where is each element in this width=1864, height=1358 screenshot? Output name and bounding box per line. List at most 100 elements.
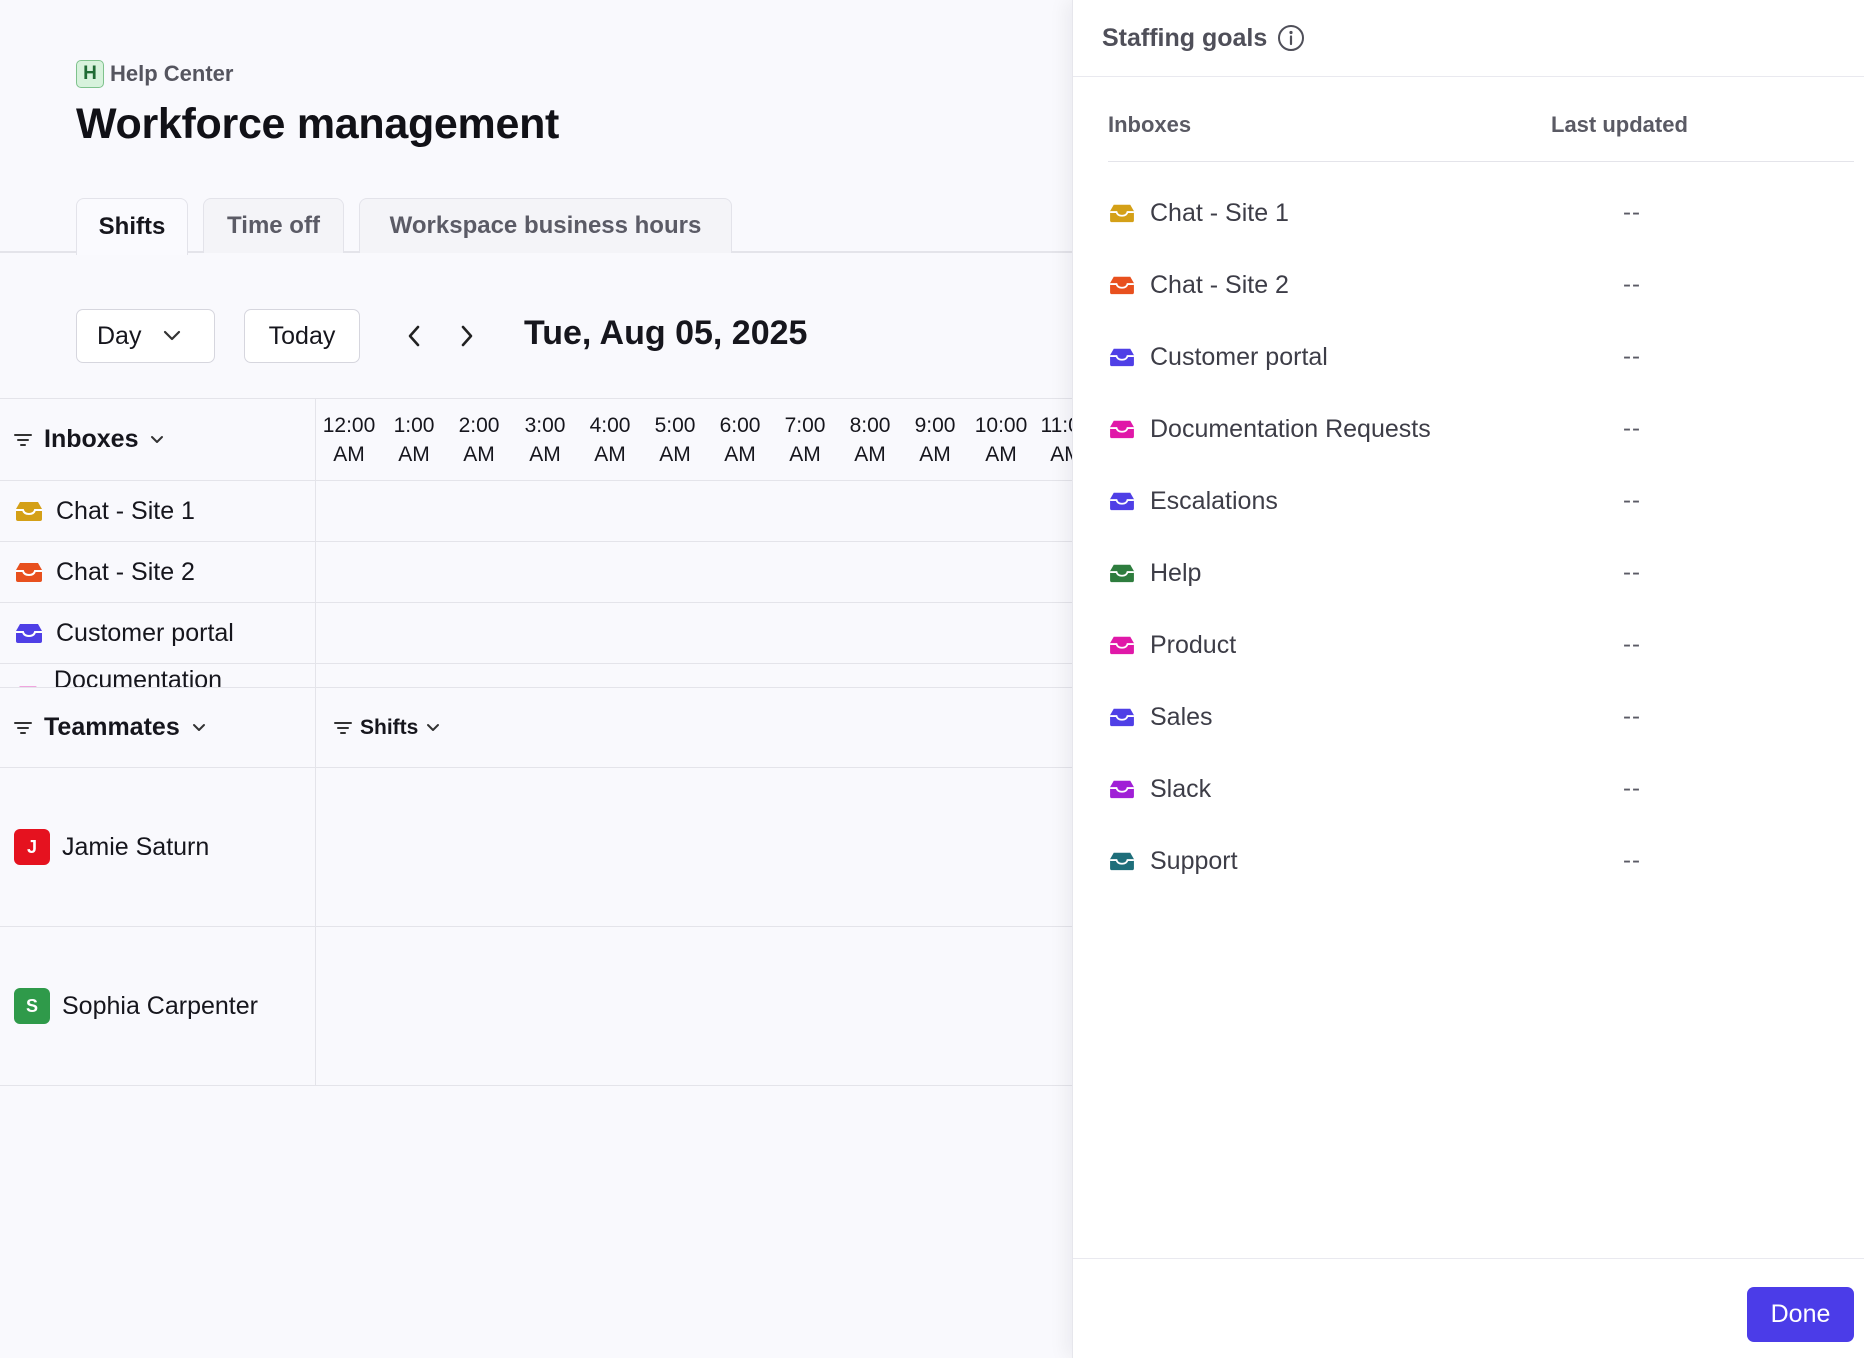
hour-label: 3:00 AM <box>524 414 566 466</box>
inbox-name: Product <box>1150 630 1237 659</box>
teammate-label-cell: J Jamie Saturn <box>0 768 316 926</box>
inboxes-filter[interactable]: Inboxes <box>0 399 316 480</box>
column-header-inboxes: Inboxes <box>1108 112 1192 137</box>
staffing-inbox-row[interactable]: Chat - Site 2 -- <box>1108 265 1848 305</box>
filter-icon <box>334 721 352 734</box>
hour-label: 2:00 AM <box>458 414 500 466</box>
tab-workspace-business-hours[interactable]: Workspace business hours <box>359 198 732 253</box>
breadcrumb[interactable]: H Help Center <box>76 60 233 88</box>
column-header-last-updated: Last updated <box>1551 112 1688 137</box>
inbox-name: Chat - Site 2 <box>1150 270 1289 299</box>
teammate-row: S Sophia Carpenter <box>0 927 1072 1086</box>
inbox-row: Documentation Requests <box>0 664 1072 687</box>
tab-time-off[interactable]: Time off <box>203 198 344 253</box>
shifts-filter-label: Shifts <box>360 715 419 739</box>
inbox-row: Chat - Site 2 <box>0 542 1072 603</box>
today-button[interactable]: Today <box>244 309 360 363</box>
inbox-icon <box>1110 348 1134 367</box>
last-updated-value: -- <box>1623 703 1641 730</box>
inbox-icon <box>1110 276 1134 295</box>
avatar: S <box>14 988 50 1024</box>
inbox-rows-scroll[interactable]: Chat - Site 1 Chat - Site 2 Customer por… <box>0 481 1072 687</box>
hour-label: 11:00AM <box>1040 414 1073 466</box>
inbox-name: Sales <box>1150 702 1213 731</box>
inbox-label-cell: Chat - Site 2 <box>0 542 316 602</box>
last-updated-value: -- <box>1623 415 1641 442</box>
current-date: Tue, Aug 05, 2025 <box>524 314 808 352</box>
filter-icon <box>14 721 32 734</box>
workspace-badge: H <box>76 60 104 88</box>
hour-label: 6:00 AM <box>719 414 761 466</box>
chevron-left-icon <box>408 325 420 347</box>
inbox-name: Chat - Site 1 <box>56 496 195 525</box>
info-icon[interactable] <box>1277 24 1305 52</box>
tab-shifts[interactable]: Shifts <box>76 198 188 255</box>
panel-header: Staffing goals <box>1073 0 1864 77</box>
inbox-icon <box>1110 564 1134 583</box>
chevron-down-icon <box>151 435 164 443</box>
inbox-icon <box>1110 636 1134 655</box>
hour-label: 4:00 AM <box>589 414 631 466</box>
teammates-filter[interactable]: Teammates <box>0 688 316 767</box>
staffing-inbox-row[interactable]: Slack -- <box>1108 769 1848 809</box>
inbox-label-cell: Customer portal <box>0 603 316 663</box>
inbox-icon <box>1110 708 1134 727</box>
last-updated-value: -- <box>1623 559 1641 586</box>
staffing-inbox-row[interactable]: Customer portal -- <box>1108 337 1848 377</box>
staffing-inbox-row[interactable]: Sales -- <box>1108 697 1848 737</box>
inbox-name: Escalations <box>1150 486 1278 515</box>
view-select[interactable]: Day <box>76 309 215 363</box>
last-updated-value: -- <box>1623 343 1641 370</box>
hour-label: 7:00 AM <box>784 414 826 466</box>
panel-footer: Done <box>1073 1258 1864 1358</box>
inbox-name: Customer portal <box>56 618 234 647</box>
staffing-inbox-row[interactable]: Documentation Requests -- <box>1108 409 1848 449</box>
staffing-goals-panel: Staffing goals Inboxes Last updated Chat… <box>1072 0 1864 1358</box>
teammate-row: J Jamie Saturn <box>0 768 1072 927</box>
teammate-name: Jamie Saturn <box>62 832 210 861</box>
tab-bar: Shifts Time off Workspace business hours <box>0 198 1072 255</box>
staffing-inbox-row[interactable]: Product -- <box>1108 625 1848 665</box>
inbox-icon <box>1110 420 1134 439</box>
last-updated-value: -- <box>1623 487 1641 514</box>
teammates-filter-label: Teammates <box>44 713 180 741</box>
staffing-inbox-row[interactable]: Escalations -- <box>1108 481 1848 521</box>
hour-label: 10:00 AM <box>974 414 1028 466</box>
shifts-filter[interactable]: Shifts <box>334 688 440 767</box>
staffing-inbox-row[interactable]: Help -- <box>1108 553 1848 593</box>
inbox-label-cell: Documentation Requests <box>0 664 316 687</box>
view-select-value: Day <box>97 321 142 350</box>
hour-label: 8:00 AM <box>849 414 891 466</box>
chevron-down-icon <box>427 723 440 731</box>
previous-day-button[interactable] <box>394 316 434 356</box>
inbox-icon <box>16 624 42 643</box>
inbox-name: Chat - Site 2 <box>56 557 195 586</box>
staffing-inbox-row[interactable]: Support -- <box>1108 841 1848 881</box>
inbox-icon <box>16 502 42 521</box>
staffing-inbox-row[interactable]: Chat - Site 1 -- <box>1108 193 1848 233</box>
next-day-button[interactable] <box>447 316 487 356</box>
divider <box>1108 161 1854 162</box>
inbox-name: Customer portal <box>1150 342 1328 371</box>
page-title: Workforce management <box>76 100 560 148</box>
inbox-name: Documentation Requests <box>53 665 223 688</box>
inbox-row: Chat - Site 1 <box>0 481 1072 542</box>
last-updated-value: -- <box>1623 199 1641 226</box>
inboxes-header-row: Inboxes 12:00 AM 1:00 AM 2:00 AM 3:00 AM 4:0… <box>0 399 1072 481</box>
teammates-header-row: Teammates Shifts <box>0 687 1072 768</box>
main-page: H Help Center Workforce management Shift… <box>0 0 1072 1358</box>
last-updated-value: -- <box>1623 847 1641 874</box>
inbox-icon <box>1110 492 1134 511</box>
last-updated-value: -- <box>1623 775 1641 802</box>
inbox-icon <box>1110 204 1134 223</box>
hour-label: 5:00 AM <box>654 414 696 466</box>
panel-title: Staffing goals <box>1102 23 1268 52</box>
hour-label: 9:00 AM <box>914 414 956 466</box>
inbox-icon <box>1110 780 1134 799</box>
inbox-name: Slack <box>1150 774 1212 803</box>
done-button[interactable]: Done <box>1747 1287 1854 1342</box>
teammate-name: Sophia Carpenter <box>62 991 258 1020</box>
hour-label: 1:00 AM <box>393 414 435 466</box>
teammate-label-cell: S Sophia Carpenter <box>0 927 316 1085</box>
inboxes-filter-label: Inboxes <box>44 425 139 453</box>
